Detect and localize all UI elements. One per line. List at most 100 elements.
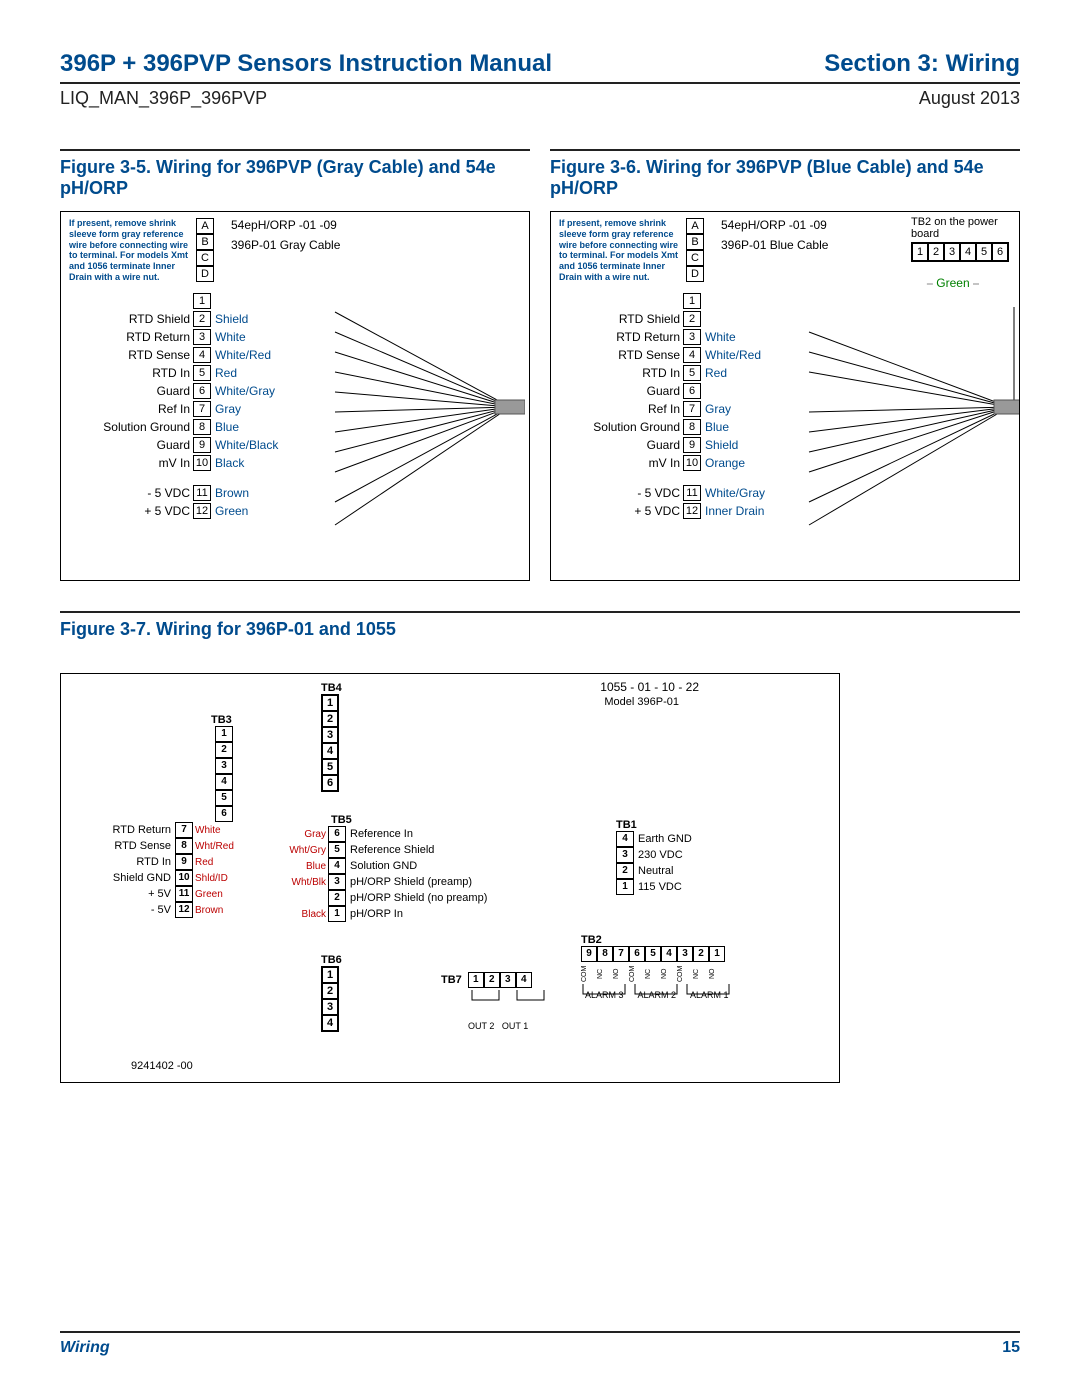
pin-number: 4 [193, 347, 211, 363]
pin-label: 115 VDC [638, 881, 682, 893]
tb7-label: TB7 [441, 974, 462, 986]
page: 396P + 396PVP Sensors Instruction Manual… [0, 0, 1080, 1397]
pin-number: 11 [683, 485, 701, 501]
wire-color: Orange [701, 456, 745, 470]
wire-color: Blue [701, 420, 729, 434]
pin-number: 3 [215, 758, 233, 774]
pin-label: RTD Return [61, 330, 193, 344]
sub-header: LIQ_MAN_396P_396PVP August 2013 [60, 88, 1020, 109]
tb5: TB5 Gray6Reference InWht/Gry5Reference S… [286, 814, 487, 922]
figure-3-6: Figure 3-6. Wiring for 396PVP (Blue Cabl… [550, 139, 1020, 581]
sub-label: NO [709, 964, 725, 984]
wire-color: White/Black [211, 438, 278, 452]
pin-number: 6 [683, 383, 701, 399]
tb6: TB6 1234 [321, 954, 342, 1032]
figure-3-6-caption: Figure 3-6. Wiring for 396PVP (Blue Cabl… [550, 149, 1020, 199]
tb2-title: TB2 on the power board [911, 216, 1011, 240]
wire-color: Gray [286, 829, 326, 840]
pin-number: 6 [215, 806, 233, 822]
pin-label: Solution Ground [551, 420, 683, 434]
tb7-brackets-icon [469, 988, 559, 1018]
cell: 1 [322, 967, 338, 983]
pin-number: 7 [683, 401, 701, 417]
pin-label: RTD Return [101, 824, 171, 836]
pin-label: RTD Return [551, 330, 683, 344]
pin-number: 10 [683, 455, 701, 471]
tb2-label: TB2 [581, 934, 741, 946]
pin-label: 230 VDC [638, 849, 683, 861]
wire-color: White/Red [701, 348, 761, 362]
pin-label: Reference Shield [350, 844, 434, 856]
wire-color: Gray [701, 402, 731, 416]
cell: D [686, 266, 704, 282]
pin-number: 4 [328, 858, 346, 874]
fig5-letter-column: A B C D [196, 218, 214, 282]
tb3-label: TB3 [211, 714, 231, 726]
cell: 2 [928, 243, 944, 261]
wire-color: Shield [701, 438, 738, 452]
pin-number: 1 [328, 906, 346, 922]
wire-color: Wht/Blk [286, 877, 326, 888]
pin-label: Shield GND [101, 872, 171, 884]
pin-label: RTD Sense [61, 348, 193, 362]
figure-3-7-caption: Figure 3-7. Wiring for 396P-01 and 1055 [60, 611, 1020, 661]
pin-label: Solution Ground [61, 420, 193, 434]
pin-number: 5 [193, 365, 211, 381]
figure-3-5-note: If present, remove shrink sleeve form gr… [69, 218, 189, 283]
fig5-pins: 1RTD Shield2ShieldRTD Return3WhiteRTD Se… [61, 292, 278, 520]
cell: 3 [944, 243, 960, 261]
wire-color: White [211, 330, 246, 344]
wire-color: White/Gray [701, 486, 765, 500]
pin-number: 10 [193, 455, 211, 471]
cell: 3 [500, 972, 516, 988]
pin-number: 4 [215, 774, 233, 790]
pin-label: Guard [551, 384, 683, 398]
cell: 5 [645, 946, 661, 962]
pin-number: 6 [328, 826, 346, 842]
sub-label: NO [613, 964, 629, 984]
pin-label: pH/ORP Shield (preamp) [350, 876, 472, 888]
figure-3-6-note: If present, remove shrink sleeve form gr… [559, 218, 679, 283]
pin-number: 3 [193, 329, 211, 345]
pin-label: Solution GND [350, 860, 417, 872]
wire-color: White/Red [211, 348, 271, 362]
pin-label: Ref In [551, 402, 683, 416]
part-number: 9241402 -00 [131, 1060, 193, 1072]
pin-number: 3 [616, 847, 634, 863]
wire-color: Shield [211, 312, 248, 326]
pin-number: 11 [175, 886, 193, 902]
pin-number: 2 [616, 863, 634, 879]
pin-number: 5 [683, 365, 701, 381]
section-title: Section 3: Wiring [824, 50, 1020, 78]
pin-number: 8 [175, 838, 193, 854]
page-header: 396P + 396PVP Sensors Instruction Manual… [60, 50, 1020, 84]
pin-label: RTD Sense [101, 840, 171, 852]
cell: 2 [322, 711, 338, 727]
fig7-submodel: Model 396P-01 [604, 696, 679, 708]
pin-number: 2 [215, 742, 233, 758]
cell: B [196, 234, 214, 250]
cell: 1 [912, 243, 928, 261]
figure-3-6-diagram: If present, remove shrink sleeve form gr… [550, 211, 1020, 581]
pin-label: Guard [551, 438, 683, 452]
doc-title: 396P + 396PVP Sensors Instruction Manual [60, 50, 552, 78]
wire-color: Brown [195, 905, 223, 916]
green-wire-label: ⎯ Green ⎯ [927, 276, 979, 291]
pin-label: pH/ORP In [350, 908, 403, 920]
tb4-label: TB4 [321, 682, 342, 694]
cell: 4 [516, 972, 532, 988]
pin-number: 2 [193, 311, 211, 327]
cell: 4 [661, 946, 677, 962]
figure-row: Figure 3-5. Wiring for 396PVP (Gray Cabl… [60, 139, 1020, 581]
cell: 1 [322, 695, 338, 711]
pin-label: - 5V [101, 904, 171, 916]
cell: D [196, 266, 214, 282]
wire-color: Blue [211, 420, 239, 434]
wire-color: Wht/Gry [286, 845, 326, 856]
fig5-model: 54epH/ORP -01 -09 [231, 218, 337, 232]
footer-page: 15 [1002, 1339, 1020, 1357]
cell: 1 [709, 946, 725, 962]
wire-color: Green [195, 889, 223, 900]
pin-number: 4 [683, 347, 701, 363]
wire-color: Green [211, 504, 248, 518]
